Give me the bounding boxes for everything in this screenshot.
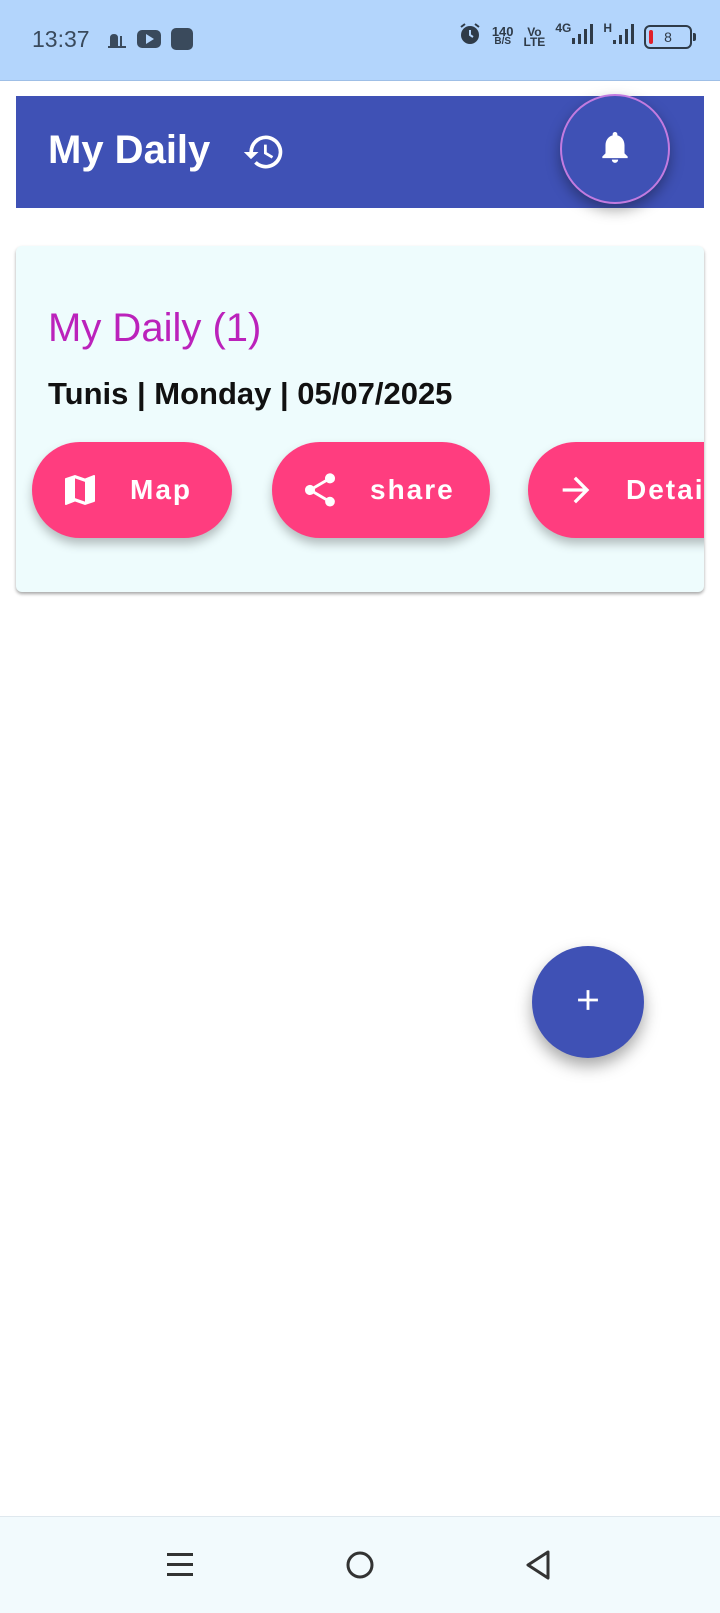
network-type-2: H [603,21,612,35]
mobile-signal-2: H [603,21,634,50]
status-time: 13:37 [32,26,90,52]
network-speed-value: 140 [491,23,514,39]
card-subtitle: Tunis | Monday | 05/07/2025 [48,376,453,411]
alarm-icon [458,22,482,51]
network-speed: 140 B/S [491,23,514,47]
battery-level: 8 [664,28,672,45]
network-speed-unit: B/S [494,35,512,47]
battery-icon: 8 [644,24,696,49]
mobile-signal-1: 4G [555,21,594,50]
mosque-icon [107,30,127,53]
system-nav-bar [0,1516,720,1613]
add-fab[interactable] [532,946,644,1058]
menu-icon[interactable] [160,1545,200,1585]
share-icon [300,470,340,510]
map-button-label: Map [130,474,192,505]
volte-indicator: Vo LTE [523,26,546,49]
back-icon[interactable] [518,1545,558,1585]
plus-icon [571,983,605,1022]
app-title: My Daily [48,128,211,172]
notifications-button[interactable] [560,94,670,204]
status-indicators: 140 B/S Vo LTE 4G H 8 [458,21,696,51]
app-bar: My Daily [16,94,704,208]
card-title: My Daily (1) [48,306,262,350]
map-button[interactable]: Map [32,442,232,538]
youtube-icon [137,30,161,53]
signal-icon [571,23,594,50]
app-icon [171,28,193,55]
status-bar: 13:37 140 B/S Vo LTE 4G H 8 [0,0,720,81]
share-button-label: share [370,474,455,505]
details-button[interactable]: Details [528,442,704,538]
volte-bottom: LTE [523,34,546,49]
history-icon[interactable] [242,130,286,174]
map-icon [60,470,100,510]
daily-card: My Daily (1) Tunis | Monday | 05/07/2025… [16,246,704,592]
bell-icon [596,126,634,173]
network-type: 4G [555,21,572,35]
share-button[interactable]: share [272,442,490,538]
home-icon[interactable] [340,1545,380,1585]
notification-icons [107,28,193,55]
details-button-label: Details [626,474,704,505]
arrow-right-icon [556,470,596,510]
signal-icon [612,23,634,50]
